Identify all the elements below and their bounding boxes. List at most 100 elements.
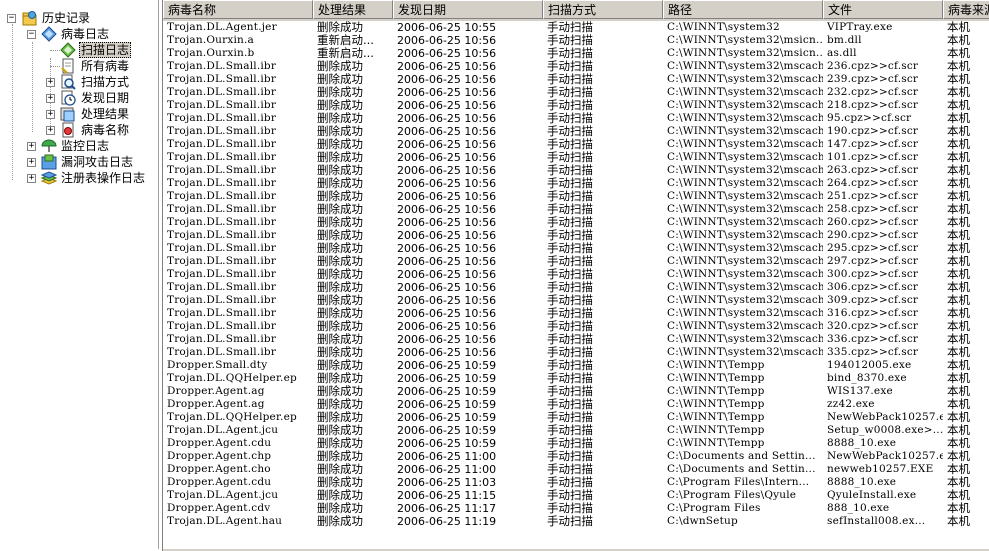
column-header-result[interactable]: 处理结果 <box>313 0 393 19</box>
table-row[interactable]: Dropper.Agent.chp 删除成功 2006-06-25 11:00 手动扫… <box>163 450 989 463</box>
expand-icon[interactable]: + <box>46 78 55 87</box>
table-row[interactable]: Trojan.DL.Small.ibr 删除成功 2006-06-25 10:56 手… <box>163 333 989 346</box>
table-row[interactable]: Dropper.Agent.cdu 删除成功 2006-06-25 10:59 手动扫… <box>163 437 989 450</box>
column-header-source[interactable]: 病毒来源 <box>943 0 989 19</box>
table-row[interactable]: Trojan.DL.QQHelper.ep 删除成功 2006-06-25 10:5… <box>163 372 989 385</box>
cell-scan-method: 手动扫描 <box>547 86 593 99</box>
table-row[interactable]: Trojan.DL.Agent.jcu 删除成功 2006-06-25 10:59 手… <box>163 424 989 437</box>
cell-path: C:\Program Files\Intern... <box>667 476 810 488</box>
tree-item-found-date[interactable]: + 发现日期 <box>0 90 158 106</box>
cell-path: C:\WINNT\system32 <box>667 21 780 33</box>
table-row[interactable]: Dropper.Agent.cho 删除成功 2006-06-25 11:00 手动扫… <box>163 463 989 476</box>
column-header-path[interactable]: 路径 <box>663 0 823 19</box>
collapse-icon[interactable]: − <box>7 14 16 23</box>
expand-icon[interactable]: + <box>27 142 36 151</box>
table-row[interactable]: Trojan.DL.Small.ibr 删除成功 2006-06-25 10:56 手… <box>163 255 989 268</box>
cell-path: C:\WINNT\system32\mscache <box>667 307 823 319</box>
table-row[interactable]: Trojan.DL.Small.ibr 删除成功 2006-06-25 10:56 手… <box>163 281 989 294</box>
tree-item-monitor-log[interactable]: + 监控日志 <box>0 138 158 154</box>
tree-item-all-viruses[interactable]: 所有病毒 <box>0 58 158 74</box>
cell-file: QyuleInstall.exe <box>827 489 917 501</box>
table-row[interactable]: Trojan.DL.Small.ibr 删除成功 2006-06-25 10:56 手… <box>163 125 989 138</box>
cell-virus-name: Trojan.DL.Agent.jcu <box>167 489 279 501</box>
table-row[interactable]: Trojan.DL.Small.ibr 删除成功 2006-06-25 10:56 手… <box>163 294 989 307</box>
table-row[interactable]: Dropper.Agent.ag 删除成功 2006-06-25 10:59 手动扫描… <box>163 385 989 398</box>
cell-path: C:\Program Files <box>667 502 761 514</box>
tree-label: 历史记录 <box>42 11 91 25</box>
tree-item-virus-log[interactable]: − 病毒日志 <box>0 26 158 42</box>
cell-date: 2006-06-25 10:59 <box>397 411 497 424</box>
cell-date: 2006-06-25 10:56 <box>397 242 497 255</box>
magnifier-icon <box>61 74 76 90</box>
table-row[interactable]: Trojan.DL.Small.ibr 删除成功 2006-06-25 10:56 手… <box>163 73 989 86</box>
cell-path: C:\WINNT\system32\mscache <box>667 164 823 176</box>
cell-virus-name: Trojan.DL.Small.ibr <box>167 307 277 319</box>
table-row[interactable]: Trojan.DL.Small.ibr 删除成功 2006-06-25 10:56 手… <box>163 216 989 229</box>
expand-icon[interactable]: + <box>46 126 55 135</box>
table-row[interactable]: Trojan.DL.Small.ibr 删除成功 2006-06-25 10:56 手… <box>163 138 989 151</box>
table-row[interactable]: Trojan.DL.Small.ibr 删除成功 2006-06-25 10:56 手… <box>163 112 989 125</box>
table-row[interactable]: Trojan.DL.Small.ibr 删除成功 2006-06-25 10:56 手… <box>163 86 989 99</box>
tree-item-scan-method[interactable]: + 扫描方式 <box>0 74 158 90</box>
column-header-file[interactable]: 文件 <box>823 0 943 19</box>
tree-item-virus-name[interactable]: + 病毒名称 <box>0 122 158 138</box>
tree-label: 发现日期 <box>81 91 130 105</box>
cell-path: C:\WINNT\system32\mscache <box>667 151 823 163</box>
table-row[interactable]: Trojan.Ourxin.b 重新启动... 2006-06-25 10:56 手动… <box>163 47 989 60</box>
virus-log-list[interactable]: 病毒名称 处理结果 发现日期 扫描方式 路径 文件 病毒来源 Trojan.DL… <box>162 0 989 551</box>
table-row[interactable]: Trojan.Ourxin.a 重新启动... 2006-06-25 10:56 手动… <box>163 34 989 47</box>
table-row[interactable]: Trojan.DL.Small.ibr 删除成功 2006-06-25 10:56 手… <box>163 229 989 242</box>
table-row[interactable]: Trojan.DL.Small.ibr 删除成功 2006-06-25 10:56 手… <box>163 190 989 203</box>
cell-scan-method: 手动扫描 <box>547 268 593 281</box>
expand-icon[interactable]: + <box>46 94 55 103</box>
column-header-virus-name[interactable]: 病毒名称 <box>163 0 313 19</box>
table-row[interactable]: Trojan.DL.Small.ibr 删除成功 2006-06-25 10:56 手… <box>163 164 989 177</box>
table-row[interactable]: Trojan.DL.QQHelper.ep 删除成功 2006-06-25 10:5… <box>163 411 989 424</box>
table-row[interactable]: Trojan.DL.Small.ibr 删除成功 2006-06-25 10:56 手… <box>163 346 989 359</box>
tree-item-history[interactable]: − 历史记录 <box>0 10 158 26</box>
cell-result: 删除成功 <box>317 164 363 177</box>
table-row[interactable]: Trojan.DL.Agent.jer 删除成功 2006-06-25 10:55 手… <box>163 21 989 34</box>
cell-date: 2006-06-25 10:56 <box>397 216 497 229</box>
expand-icon[interactable]: + <box>27 158 36 167</box>
cell-virus-name: Trojan.DL.Small.ibr <box>167 177 277 189</box>
table-row[interactable]: Dropper.Agent.cdv 删除成功 2006-06-25 11:17 手动扫… <box>163 502 989 515</box>
table-row[interactable]: Trojan.DL.Small.ibr 删除成功 2006-06-25 10:56 手… <box>163 203 989 216</box>
table-row[interactable]: Trojan.DL.Small.ibr 删除成功 2006-06-25 10:56 手… <box>163 99 989 112</box>
cell-source: 本机 <box>947 229 970 242</box>
collapse-icon[interactable]: − <box>27 30 36 39</box>
table-row[interactable]: Trojan.DL.Small.ibr 删除成功 2006-06-25 10:56 手… <box>163 60 989 73</box>
cell-result: 删除成功 <box>317 450 363 463</box>
table-row[interactable]: Trojan.DL.Small.ibr 删除成功 2006-06-25 10:56 手… <box>163 320 989 333</box>
cell-date: 2006-06-25 10:59 <box>397 372 497 385</box>
tree-item-exploit-log[interactable]: + 漏洞攻击日志 <box>0 154 158 170</box>
table-row[interactable]: Dropper.Small.dty 删除成功 2006-06-25 10:59 手动扫… <box>163 359 989 372</box>
cell-file: bind_8370.exe <box>827 372 907 384</box>
table-row[interactable]: Dropper.Agent.ag 删除成功 2006-06-25 10:59 手动扫描… <box>163 398 989 411</box>
table-row[interactable]: Trojan.DL.Agent.jcu 删除成功 2006-06-25 11:15 手… <box>163 489 989 502</box>
table-row[interactable]: Trojan.DL.Small.ibr 删除成功 2006-06-25 10:56 手… <box>163 151 989 164</box>
cell-result: 删除成功 <box>317 476 363 489</box>
expand-icon[interactable]: + <box>46 110 55 119</box>
table-row[interactable]: Trojan.DL.Small.ibr 删除成功 2006-06-25 10:56 手… <box>163 242 989 255</box>
column-header-date[interactable]: 发现日期 <box>393 0 543 19</box>
cell-file: 101.cpz>>cf.scr <box>827 151 919 163</box>
table-row[interactable]: Trojan.DL.Agent.hau 删除成功 2006-06-25 11:19 手… <box>163 515 989 528</box>
cell-file: 336.cpz>>cf.scr <box>827 333 919 345</box>
cell-result: 删除成功 <box>317 437 363 450</box>
cell-source: 本机 <box>947 255 970 268</box>
history-tree[interactable]: − 历史记录 − 病毒日志 扫描日志 所有病毒 + 扫描方式 + 发现日期 + … <box>0 0 159 549</box>
cell-file: 335.cpz>>cf.scr <box>827 346 919 358</box>
cell-source: 本机 <box>947 242 970 255</box>
tree-item-scan-log[interactable]: 扫描日志 <box>0 42 158 58</box>
table-row[interactable]: Trojan.DL.Small.ibr 删除成功 2006-06-25 10:56 手… <box>163 268 989 281</box>
table-row[interactable]: Trojan.DL.Small.ibr 删除成功 2006-06-25 10:56 手… <box>163 307 989 320</box>
table-row[interactable]: Dropper.Agent.cdu 删除成功 2006-06-25 11:03 手动扫… <box>163 476 989 489</box>
expand-icon[interactable]: + <box>27 174 36 183</box>
cell-file: Setup_w0008.exe>... <box>827 424 943 436</box>
tree-item-registry-log[interactable]: + 注册表操作日志 <box>0 170 158 186</box>
cell-scan-method: 手动扫描 <box>547 476 593 489</box>
tree-item-result[interactable]: + 处理结果 <box>0 106 158 122</box>
column-header-scan-method[interactable]: 扫描方式 <box>543 0 663 19</box>
table-row[interactable]: Trojan.DL.Small.ibr 删除成功 2006-06-25 10:56 手… <box>163 177 989 190</box>
